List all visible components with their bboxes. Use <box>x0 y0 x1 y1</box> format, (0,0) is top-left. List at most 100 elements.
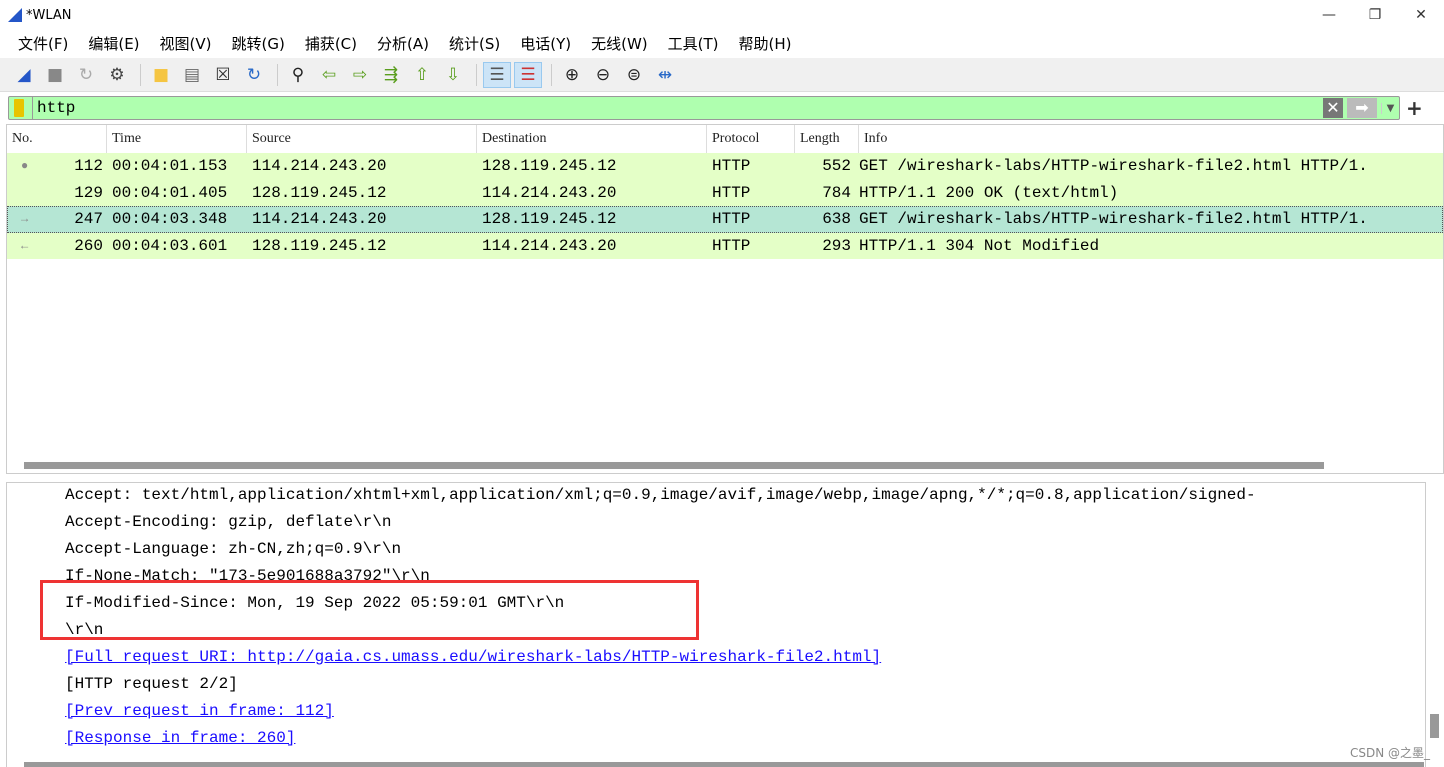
toolbar-separator <box>476 63 477 86</box>
menu-item-1[interactable]: 编辑(E) <box>88 33 139 54</box>
cell-src: 128.119.245.12 <box>252 236 387 255</box>
detail-line: Accept-Encoding: gzip, deflate\r\n <box>65 513 392 531</box>
packet-row[interactable]: ● 112 00:04:01.153 114.214.243.20 128.119.24… <box>7 153 1443 180</box>
cell-len: 293 <box>822 236 851 255</box>
cell-time: 00:04:01.153 <box>112 157 228 175</box>
toolbar-separator <box>277 63 278 86</box>
related-packet-icon: → <box>21 212 29 226</box>
column-source[interactable]: Source <box>247 125 477 153</box>
detail-link[interactable]: [Response in frame: 260] <box>65 729 295 747</box>
reload-file-icon[interactable]: ↻ <box>240 62 268 88</box>
resize-columns-icon[interactable]: ⇹ <box>651 62 679 88</box>
menu-bar: 文件(F) 编辑(E) 视图(V) 跳转(G) 捕获(C) 分析(A) 统计(S) 电话(Y)… <box>0 30 802 56</box>
column-destination[interactable]: Destination <box>477 125 707 153</box>
cell-len: 638 <box>822 210 851 228</box>
related-packet-icon: ● <box>21 159 29 173</box>
main-toolbar: ◢ ■ ↻ ⚙ ■ ▤ ☒ ↻ ⚲ ⇦ ⇨ ⇶ ⇧ ⇩ ☰ ☰ ⊕ ⊖ ⊜ ⇹ <box>0 58 1444 92</box>
cell-time: 00:04:03.348 <box>112 210 228 228</box>
column-length[interactable]: Length <box>795 125 859 153</box>
apply-filter-arrow-icon[interactable]: ➡ <box>1347 98 1377 118</box>
cell-dst: 114.214.243.20 <box>482 183 617 202</box>
cell-time: 00:04:01.405 <box>112 183 228 202</box>
restart-capture-icon[interactable]: ↻ <box>72 62 100 88</box>
find-packet-icon[interactable]: ⚲ <box>284 62 312 88</box>
zoom-out-icon[interactable]: ⊖ <box>589 62 617 88</box>
open-file-icon[interactable]: ■ <box>147 62 175 88</box>
cell-dst: 114.214.243.20 <box>482 236 617 255</box>
window-title: *WLAN <box>26 7 72 23</box>
detail-link[interactable]: [Full request URI: http://gaia.cs.umass.… <box>65 648 881 666</box>
highlight-box <box>40 580 699 640</box>
start-capture-icon[interactable]: ◢ <box>10 62 38 88</box>
menu-item-0[interactable]: 文件(F) <box>18 33 68 54</box>
display-filter-bar: http ✕ ➡ ▼ <box>8 96 1400 120</box>
menu-item-5[interactable]: 分析(A) <box>377 33 429 54</box>
column-info[interactable]: Info <box>859 125 1443 153</box>
details-horizontal-scrollbar[interactable] <box>24 762 1424 767</box>
go-to-packet-icon[interactable]: ⇶ <box>377 62 405 88</box>
cell-proto: HTTP <box>712 157 751 175</box>
cell-info: GET /wireshark-labs/HTTP-wireshark-file2… <box>859 157 1368 175</box>
cell-src: 114.214.243.20 <box>252 157 387 175</box>
menu-item-4[interactable]: 捕获(C) <box>305 33 357 54</box>
zoom-in-icon[interactable]: ⊕ <box>558 62 586 88</box>
add-filter-button[interactable]: + <box>1406 96 1423 120</box>
column-time[interactable]: Time <box>107 125 247 153</box>
menu-item-6[interactable]: 统计(S) <box>449 33 500 54</box>
close-button[interactable]: ✕ <box>1398 0 1444 30</box>
cell-time: 00:04:03.601 <box>112 236 228 255</box>
menu-item-10[interactable]: 帮助(H) <box>739 33 792 54</box>
detail-line: [HTTP request 2/2] <box>65 675 238 693</box>
stop-capture-icon[interactable]: ■ <box>41 62 69 88</box>
display-filter-input[interactable]: http <box>32 97 1323 119</box>
cell-info: HTTP/1.1 200 OK (text/html) <box>859 183 1119 202</box>
cell-len: 784 <box>822 183 851 202</box>
menu-item-7[interactable]: 电话(Y) <box>520 33 571 54</box>
maximize-button[interactable]: ❐ <box>1352 0 1398 30</box>
go-back-icon[interactable]: ⇦ <box>315 62 343 88</box>
column-no[interactable]: No. <box>7 125 107 153</box>
packet-list: No. Time Source Destination Protocol Len… <box>6 124 1444 474</box>
column-protocol[interactable]: Protocol <box>707 125 795 153</box>
cell-info: HTTP/1.1 304 Not Modified <box>859 236 1100 255</box>
title-bar: *WLAN — ❐ ✕ <box>0 0 1444 30</box>
go-last-icon[interactable]: ⇩ <box>439 62 467 88</box>
detail-link[interactable]: [Prev request in frame: 112] <box>65 702 334 720</box>
wireshark-logo-icon <box>8 8 22 22</box>
related-packet-icon: ← <box>21 238 29 253</box>
packet-row[interactable]: → 247 00:04:03.348 114.214.243.20 128.119.24… <box>7 206 1443 233</box>
auto-scroll-icon[interactable]: ☰ <box>483 61 511 88</box>
packet-row[interactable]: ← 260 00:04:03.601 128.119.245.12 114.214.24… <box>7 232 1443 259</box>
watermark: CSDN @之墨_ <box>1349 746 1430 760</box>
zoom-normal-icon[interactable]: ⊜ <box>620 62 648 88</box>
cell-proto: HTTP <box>712 183 751 202</box>
menu-item-3[interactable]: 跳转(G) <box>232 33 285 54</box>
close-file-icon[interactable]: ☒ <box>209 62 237 88</box>
cell-proto: HTTP <box>712 236 751 255</box>
cell-src: 128.119.245.12 <box>252 183 387 202</box>
bookmark-icon[interactable] <box>14 99 24 117</box>
menu-item-8[interactable]: 无线(W) <box>591 33 648 54</box>
cell-info: GET /wireshark-labs/HTTP-wireshark-file2… <box>859 210 1368 228</box>
details-vertical-scrollbar[interactable] <box>1430 714 1439 738</box>
go-first-icon[interactable]: ⇧ <box>408 62 436 88</box>
capture-options-icon[interactable]: ⚙ <box>103 62 131 88</box>
filter-history-chevron-down-icon[interactable]: ▼ <box>1381 102 1399 114</box>
go-forward-icon[interactable]: ⇨ <box>346 62 374 88</box>
save-file-icon[interactable]: ▤ <box>178 62 206 88</box>
detail-line: Accept: text/html,application/xhtml+xml,… <box>65 486 1256 504</box>
packet-list-horizontal-scrollbar[interactable] <box>24 462 1324 469</box>
cell-dst: 128.119.245.12 <box>482 157 617 175</box>
toolbar-separator <box>551 63 552 86</box>
menu-item-9[interactable]: 工具(T) <box>668 33 719 54</box>
clear-filter-icon[interactable]: ✕ <box>1323 98 1343 118</box>
minimize-button[interactable]: — <box>1306 0 1352 30</box>
detail-line: Accept-Language: zh-CN,zh;q=0.9\r\n <box>65 540 402 558</box>
menu-item-2[interactable]: 视图(V) <box>160 33 212 54</box>
cell-no: 129 <box>74 183 103 202</box>
colorize-icon[interactable]: ☰ <box>514 61 542 88</box>
cell-len: 552 <box>822 157 851 175</box>
toolbar-separator <box>140 63 141 86</box>
cell-src: 114.214.243.20 <box>252 210 387 228</box>
packet-row[interactable]: 129 00:04:01.405 128.119.245.12 114.214.243… <box>7 179 1443 206</box>
